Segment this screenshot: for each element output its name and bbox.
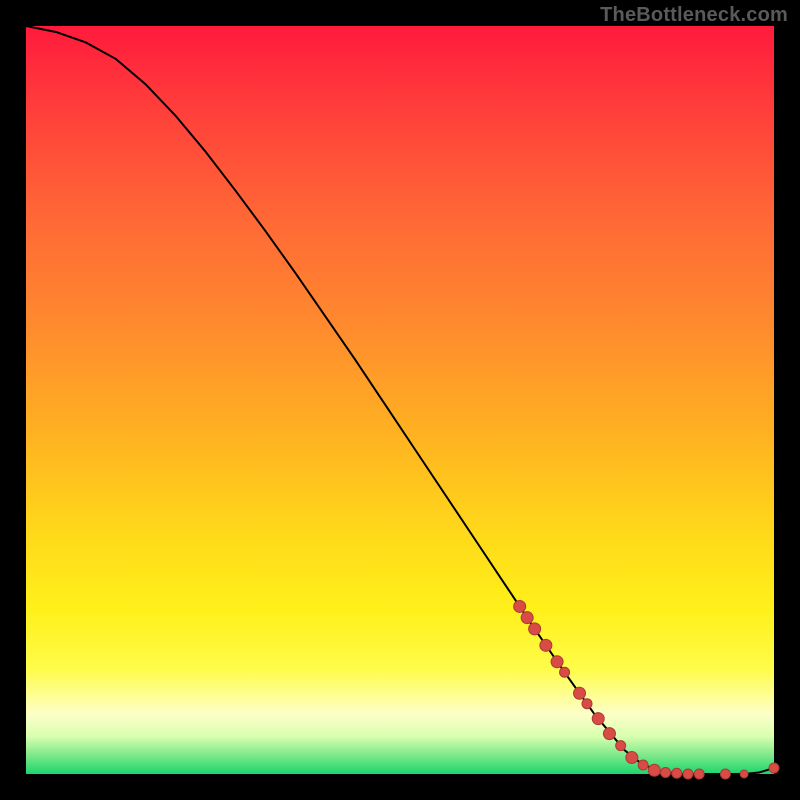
data-point	[769, 763, 779, 773]
watermark-text: TheBottleneck.com	[600, 4, 788, 27]
data-point	[592, 713, 604, 725]
data-point	[529, 623, 541, 635]
bottleneck-curve	[26, 26, 774, 774]
data-point	[514, 600, 526, 612]
data-point	[540, 639, 552, 651]
data-points	[514, 600, 779, 779]
data-point	[648, 764, 660, 776]
data-point	[521, 612, 533, 624]
data-point	[603, 728, 615, 740]
data-point	[661, 768, 671, 778]
chart-stage: TheBottleneck.com	[0, 0, 800, 800]
data-point	[638, 760, 648, 770]
chart-overlay	[26, 26, 774, 774]
data-point	[740, 770, 748, 778]
data-point	[560, 667, 570, 677]
data-point	[694, 769, 704, 779]
data-point	[683, 769, 693, 779]
data-point	[626, 752, 638, 764]
data-point	[574, 687, 586, 699]
data-point	[551, 656, 563, 668]
data-point	[720, 769, 730, 779]
data-point	[616, 741, 626, 751]
data-point	[672, 768, 682, 778]
data-point	[582, 699, 592, 709]
